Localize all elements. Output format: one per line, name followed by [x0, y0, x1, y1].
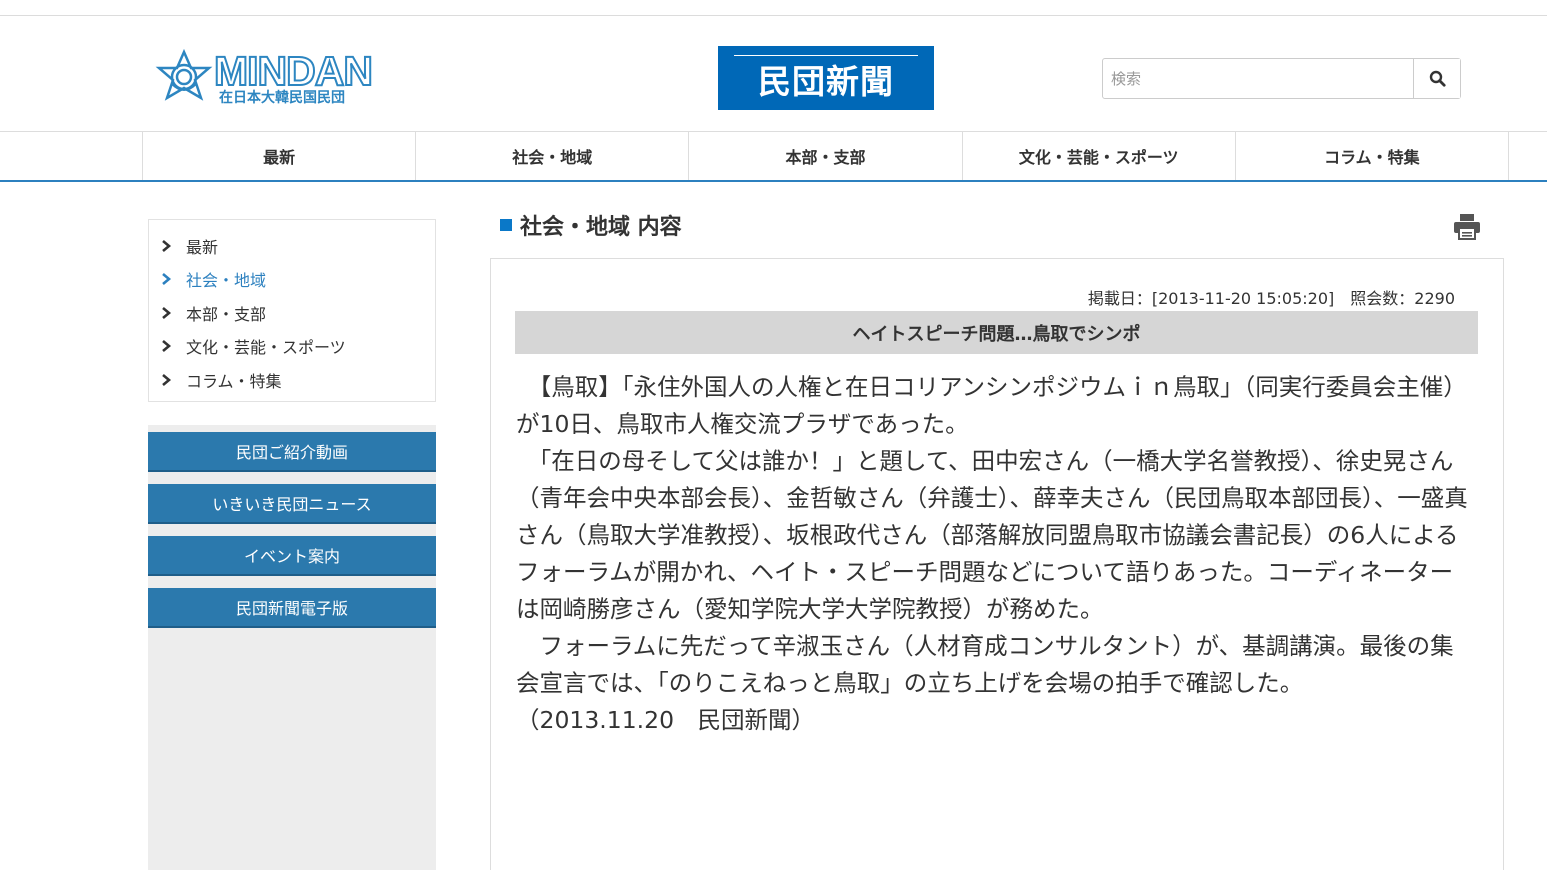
sidebar-item-label: 最新	[186, 237, 219, 257]
sidebar-menu: 最新 社会・地域 本部・支部 文化・芸能・スポーツ コラム・特集	[148, 219, 436, 402]
sidebar-item-culture-sports[interactable]: 文化・芸能・スポーツ	[149, 330, 435, 364]
chevron-right-icon	[162, 373, 172, 386]
article-paragraph: 【鳥取】「永住外国人の人権と在日コリアンシンポジウムｉｎ鳥取」（同実行委員会主催…	[516, 373, 1467, 438]
chevron-right-icon	[162, 306, 172, 319]
title-square-icon	[500, 219, 512, 231]
event-info-button[interactable]: イベント案内	[148, 536, 436, 576]
page-title: 社会・地域 内容	[500, 210, 682, 240]
print-icon[interactable]	[1452, 211, 1482, 241]
banner-title: 民団新聞	[758, 62, 894, 101]
article-headline: ヘイトスピーチ問題…鳥取でシンポ	[515, 311, 1478, 354]
search-button[interactable]	[1414, 59, 1460, 98]
nav-item-society-region[interactable]: 社会・地域	[416, 131, 690, 180]
search-box	[1102, 58, 1461, 99]
article-paragraph: （2013.11.20 民団新聞）	[516, 706, 816, 734]
page-title-text: 社会・地域 内容	[520, 215, 682, 240]
search-input[interactable]	[1103, 59, 1414, 98]
nav-item-culture-sports[interactable]: 文化・芸能・スポーツ	[963, 131, 1236, 180]
logo-wordmark: MINDAN	[213, 47, 374, 95]
article-body: 【鳥取】「永住外国人の人権と在日コリアンシンポジウムｉｎ鳥取」（同実行委員会主催…	[516, 369, 1471, 739]
intro-video-button[interactable]: 民団ご紹介動画	[148, 432, 436, 472]
chevron-right-icon	[162, 340, 172, 353]
search-icon	[1429, 70, 1446, 87]
sidebar-item-headquarters-branches[interactable]: 本部・支部	[149, 296, 435, 330]
mindan-logo[interactable]: MINDAN 在日本大韓民国民団	[153, 47, 378, 110]
sidebar-item-label: 文化・芸能・スポーツ	[186, 338, 346, 358]
newspaper-banner[interactable]: 民団新聞	[718, 46, 934, 110]
sidebar-item-label: 社会・地域	[186, 271, 267, 291]
sidebar-item-column-features[interactable]: コラム・特集	[149, 363, 435, 397]
nav-item-headquarters-branches[interactable]: 本部・支部	[689, 131, 963, 180]
chevron-right-icon	[162, 239, 172, 252]
e-edition-button[interactable]: 民団新聞電子版	[148, 588, 436, 628]
logo-subtitle: 在日本大韓民国民団	[219, 90, 345, 106]
chevron-right-icon	[162, 273, 172, 286]
article-panel: 掲載日：[2013-11-20 15:05:20] 照会数：2290 ヘイトスピ…	[490, 258, 1504, 870]
nav-bottom-accent	[0, 180, 1547, 182]
banner-rule	[734, 55, 918, 56]
sidebar-item-society-region[interactable]: 社会・地域	[149, 263, 435, 297]
article-paragraph: フォーラムに先だって辛淑玉さん（人材育成コンサルタント）が、基調講演。最後の集会…	[516, 632, 1454, 697]
nav-item-latest[interactable]: 最新	[143, 131, 417, 180]
sidebar-item-label: 本部・支部	[186, 304, 267, 324]
lively-news-button[interactable]: いきいき民団ニュース	[148, 484, 436, 524]
article-paragraph: 「在日の母そして父は誰か！」と題して、田中宏さん（一橋大学名誉教授）、徐史晃さん…	[516, 447, 1468, 623]
nav-item-column-features[interactable]: コラム・特集	[1236, 131, 1510, 180]
mindan-emblem-icon	[155, 48, 213, 101]
sidebar-item-label: コラム・特集	[186, 371, 282, 391]
top-divider	[0, 15, 1547, 16]
sidebar-link-panel: 民団ご紹介動画 いきいき民団ニュース イベント案内 民団新聞電子版	[148, 425, 436, 870]
main-nav: 最新 社会・地域 本部・支部 文化・芸能・スポーツ コラム・特集	[142, 131, 1510, 180]
article-meta: 掲載日：[2013-11-20 15:05:20] 照会数：2290	[1087, 289, 1455, 308]
sidebar-item-latest[interactable]: 最新	[149, 229, 435, 263]
